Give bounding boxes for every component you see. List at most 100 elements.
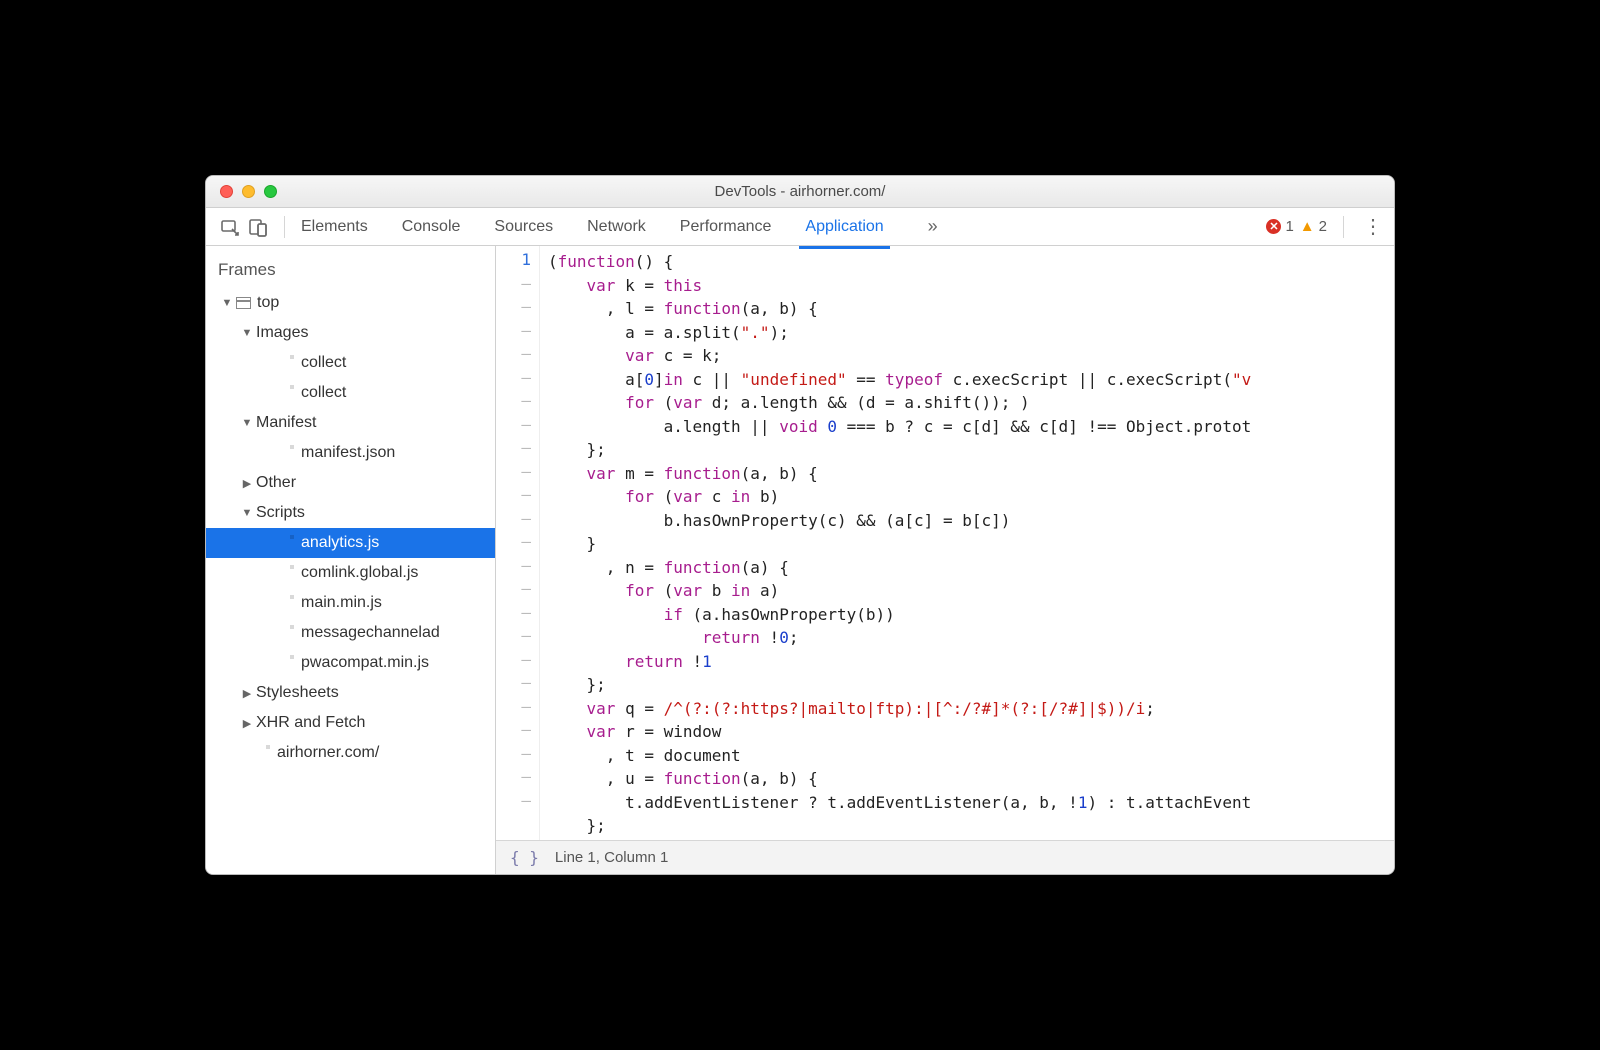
chevron-down-icon[interactable]: ▼	[240, 327, 254, 339]
tab-sources[interactable]: Sources	[492, 210, 555, 244]
devtools-toolbar: Elements Console Sources Network Perform…	[206, 208, 1394, 246]
pretty-print-icon[interactable]: { }	[510, 848, 539, 867]
toolbar-divider-2	[1343, 216, 1344, 238]
file-icon	[256, 745, 270, 762]
window-title: DevTools - airhorner.com/	[206, 183, 1394, 200]
chevron-down-icon[interactable]: ▼	[240, 507, 254, 519]
tree-item-manifest[interactable]: ▼Manifest	[206, 408, 495, 438]
tab-console[interactable]: Console	[400, 210, 463, 244]
tab-performance[interactable]: Performance	[678, 210, 774, 244]
tree-item-label: Stylesheets	[256, 684, 339, 702]
tree-item-manifest-json[interactable]: manifest.json	[206, 438, 495, 468]
tab-network[interactable]: Network	[585, 210, 648, 244]
close-window-button[interactable]	[220, 185, 233, 198]
file-icon	[280, 565, 294, 582]
tree-item-airhorner-com-[interactable]: airhorner.com/	[206, 738, 495, 768]
tree-item-xhr-and-fetch[interactable]: ▶XHR and Fetch	[206, 708, 495, 738]
tree-item-label: collect	[301, 354, 346, 372]
fold-marker[interactable]: –	[496, 297, 539, 321]
fold-marker[interactable]: –	[496, 438, 539, 462]
fold-marker[interactable]: –	[496, 274, 539, 298]
warning-count-value: 2	[1319, 218, 1327, 235]
fold-marker[interactable]: –	[496, 344, 539, 368]
warning-icon: ▲	[1300, 218, 1315, 235]
main-body: Frames ▼top▼Imagescollectcollect▼Manifes…	[206, 246, 1394, 874]
tree-item-comlink-global-js[interactable]: comlink.global.js	[206, 558, 495, 588]
fold-marker[interactable]: –	[496, 673, 539, 697]
fold-marker[interactable]: –	[496, 744, 539, 768]
settings-menu-icon[interactable]: ⋮	[1362, 214, 1384, 239]
tree-item-scripts[interactable]: ▼Scripts	[206, 498, 495, 528]
tree-item-analytics-js[interactable]: analytics.js	[206, 528, 495, 558]
tree-item-main-min-js[interactable]: main.min.js	[206, 588, 495, 618]
file-icon	[280, 655, 294, 672]
tree-item-label: analytics.js	[301, 534, 379, 552]
error-count[interactable]: ✕ 1	[1266, 218, 1293, 235]
code-viewport[interactable]: 1––––––––––––––––––––––– (function() { v…	[496, 246, 1394, 840]
tree-item-messagechannelad[interactable]: messagechannelad	[206, 618, 495, 648]
tree-item-collect[interactable]: collect	[206, 348, 495, 378]
fold-marker[interactable]: –	[496, 532, 539, 556]
tab-elements[interactable]: Elements	[299, 210, 370, 244]
frames-tree: ▼top▼Imagescollectcollect▼Manifestmanife…	[206, 288, 495, 874]
file-icon	[280, 595, 294, 612]
error-icon: ✕	[1266, 219, 1281, 234]
maximize-window-button[interactable]	[264, 185, 277, 198]
fold-marker[interactable]: –	[496, 485, 539, 509]
warning-count[interactable]: ▲ 2	[1300, 218, 1327, 235]
fold-marker[interactable]: –	[496, 626, 539, 650]
chevron-right-icon[interactable]: ▶	[240, 717, 254, 730]
fold-marker[interactable]: –	[496, 462, 539, 486]
code-content: (function() { var k = this , l = functio…	[540, 246, 1394, 840]
tab-application[interactable]: Application	[803, 210, 885, 244]
tree-item-other[interactable]: ▶Other	[206, 468, 495, 498]
tree-item-label: pwacompat.min.js	[301, 654, 429, 672]
tree-item-top[interactable]: ▼ top	[206, 288, 495, 318]
tree-item-collect[interactable]: collect	[206, 378, 495, 408]
fold-marker[interactable]: –	[496, 509, 539, 533]
tree-item-label: collect	[301, 384, 346, 402]
minimize-window-button[interactable]	[242, 185, 255, 198]
toolbar-divider	[284, 216, 285, 238]
tree-item-label: top	[257, 294, 279, 312]
chevron-right-icon[interactable]: ▶	[240, 477, 254, 490]
line-number[interactable]: 1	[496, 250, 539, 274]
fold-marker[interactable]: –	[496, 415, 539, 439]
tree-item-label: comlink.global.js	[301, 564, 418, 582]
more-tabs-icon[interactable]: »	[928, 216, 938, 237]
inspect-element-icon[interactable]	[220, 217, 240, 237]
fold-marker[interactable]: –	[496, 791, 539, 815]
tree-item-label: Images	[256, 324, 308, 342]
chevron-down-icon[interactable]: ▼	[220, 297, 234, 309]
panel-tabs: Elements Console Sources Network Perform…	[299, 210, 1266, 244]
fold-marker[interactable]: –	[496, 650, 539, 674]
tree-item-images[interactable]: ▼Images	[206, 318, 495, 348]
file-icon	[280, 355, 294, 372]
titlebar: DevTools - airhorner.com/	[206, 176, 1394, 208]
fold-marker[interactable]: –	[496, 579, 539, 603]
fold-marker[interactable]: –	[496, 321, 539, 345]
devtools-window: DevTools - airhorner.com/ Elements Conso…	[205, 175, 1395, 875]
device-toolbar-icon[interactable]	[248, 217, 268, 237]
fold-marker[interactable]: –	[496, 391, 539, 415]
fold-marker[interactable]: –	[496, 720, 539, 744]
fold-marker[interactable]: –	[496, 368, 539, 392]
cursor-position: Line 1, Column 1	[555, 849, 668, 866]
sidebar-header: Frames	[206, 246, 495, 288]
fold-marker[interactable]: –	[496, 556, 539, 580]
file-icon	[280, 535, 294, 552]
chevron-right-icon[interactable]: ▶	[240, 687, 254, 700]
chevron-down-icon[interactable]: ▼	[240, 417, 254, 429]
fold-marker[interactable]: –	[496, 603, 539, 627]
toolbar-right: ✕ 1 ▲ 2 ⋮	[1266, 214, 1384, 239]
code-area: 1––––––––––––––––––––––– (function() { v…	[496, 246, 1394, 874]
tree-item-label: Manifest	[256, 414, 316, 432]
tree-item-pwacompat-min-js[interactable]: pwacompat.min.js	[206, 648, 495, 678]
tree-item-label: messagechannelad	[301, 624, 440, 642]
sidebar: Frames ▼top▼Imagescollectcollect▼Manifes…	[206, 246, 496, 874]
fold-marker[interactable]: –	[496, 697, 539, 721]
fold-marker[interactable]: –	[496, 767, 539, 791]
tree-item-label: main.min.js	[301, 594, 382, 612]
tree-item-label: airhorner.com/	[277, 744, 379, 762]
tree-item-stylesheets[interactable]: ▶Stylesheets	[206, 678, 495, 708]
